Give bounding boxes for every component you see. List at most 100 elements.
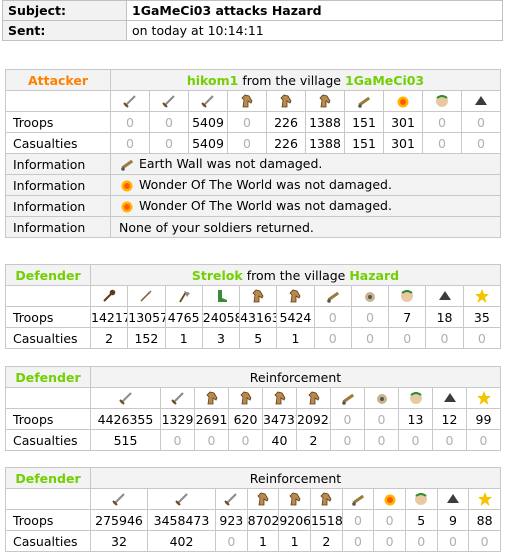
ram-icon <box>325 288 341 304</box>
reinforcement-title: Reinforcement <box>90 366 501 388</box>
info-row: Information Earth Wall was not damaged. <box>5 153 501 175</box>
horse-icon <box>287 288 303 304</box>
settler-icon <box>473 93 489 109</box>
info-label: Information <box>5 174 111 196</box>
unit-count-cell: 0 <box>330 429 365 451</box>
defender-player-link[interactable]: Strelok <box>192 268 243 283</box>
casualties-row: Casualties 515 0 0 0 40 2 0 0 0 0 0 <box>5 429 501 451</box>
unit-count-cell: 0 <box>398 429 433 451</box>
sword-icon <box>170 390 186 406</box>
horse-icon <box>255 491 271 507</box>
unit-count-cell: 40 <box>262 429 297 451</box>
info-text: Wonder Of The World was not damaged. <box>110 174 501 196</box>
unit-count-cell: 5409 <box>188 111 228 133</box>
ram-icon <box>356 93 372 109</box>
unit-count-cell: 8702 <box>246 509 280 531</box>
unit-count-cell: 923 <box>215 509 248 531</box>
fire-icon <box>119 177 135 193</box>
attacker-role: Attacker <box>5 69 111 91</box>
sword-icon <box>223 491 239 507</box>
unit-count-cell: 0 <box>404 530 438 552</box>
sword-icon <box>118 390 134 406</box>
report-header: Subject: 1GaMeCi03 attacks Hazard Sent: … <box>2 0 503 41</box>
hero-icon <box>474 288 490 304</box>
defender-role: Defender <box>5 366 91 388</box>
unit-count-cell: 0 <box>422 111 462 133</box>
unit-count-cell: 15182 <box>309 509 343 531</box>
unit-count-cell: 4426355 <box>90 408 161 430</box>
unit-count-cell: 1 <box>278 530 311 552</box>
troops-label: Troops <box>5 408 91 430</box>
unit-count-cell: 0 <box>341 509 375 531</box>
troops-label: Troops <box>5 111 111 133</box>
unit-count-cell: 0 <box>110 111 150 133</box>
from-text: from the village <box>246 267 346 283</box>
settler-icon <box>445 491 461 507</box>
unit-count-cell: 0 <box>364 408 399 430</box>
unit-count-cell: 32 <box>90 530 148 552</box>
unit-count-cell: 0 <box>373 530 406 552</box>
unit-count-cell: 0 <box>228 429 263 451</box>
spear-icon <box>138 288 154 304</box>
unit-count-cell: 3458473 <box>147 509 216 531</box>
sword-icon <box>174 491 190 507</box>
horse-icon <box>239 93 255 109</box>
axe-icon <box>176 288 192 304</box>
casualties-row: Casualties 32 402 0 1 1 2 0 0 0 0 0 <box>5 530 501 552</box>
catapult-icon <box>374 390 390 406</box>
unit-count-cell: 0 <box>466 429 501 451</box>
unit-count-cell: 402 <box>147 530 216 552</box>
subject-label: Subject: <box>2 0 127 21</box>
unit-count-cell: 0 <box>436 530 470 552</box>
casualties-label: Casualties <box>5 327 91 349</box>
info-text: Wonder Of The World was not damaged. <box>110 195 501 217</box>
horse-icon <box>238 390 254 406</box>
ram-icon <box>340 390 356 406</box>
reinforcement-title: Reinforcement <box>90 467 501 489</box>
unit-count-cell: 0 <box>462 327 502 349</box>
info-label: Information <box>5 216 111 238</box>
unit-icon-row <box>5 488 501 510</box>
unit-icon-row <box>5 90 501 112</box>
hero-icon <box>476 390 492 406</box>
unit-count-cell: 0 <box>364 429 399 451</box>
unit-count-cell: 1 <box>276 327 315 349</box>
horse-icon <box>306 390 322 406</box>
unit-count-cell: 24058 <box>201 306 241 328</box>
troops-label: Troops <box>5 306 91 328</box>
unit-count-cell: 0 <box>149 111 189 133</box>
unit-count-cell: 0 <box>422 132 462 154</box>
unit-count-cell: 3 <box>201 327 241 349</box>
casualties-label: Casualties <box>5 530 91 552</box>
troops-row: Troops 0 0 5409 0 226 1388 151 301 0 0 <box>5 111 501 133</box>
unit-count-cell: 2 <box>89 327 129 349</box>
ram-icon <box>350 491 366 507</box>
unit-count-cell: 0 <box>341 530 375 552</box>
unit-count-cell: 151 <box>344 111 384 133</box>
defender-role: Defender <box>5 467 91 489</box>
unit-count-cell: 20923 <box>296 408 331 430</box>
defender-village-link[interactable]: Hazard <box>349 268 399 283</box>
sword-icon <box>200 93 216 109</box>
unit-count-cell: 0 <box>330 408 365 430</box>
horse-icon <box>278 93 294 109</box>
casualties-row: Casualties 0 0 5409 0 226 1388 151 301 0 0 <box>5 132 501 154</box>
unit-count-cell: 1 <box>164 327 203 349</box>
attacker-village-link[interactable]: 1GaMeCi03 <box>345 73 424 88</box>
sword-icon <box>122 93 138 109</box>
unit-count-cell: 0 <box>149 132 189 154</box>
unit-count-cell: 1329 <box>160 408 195 430</box>
unit-count-cell: 35 <box>462 306 502 328</box>
unit-count-cell: 2 <box>296 429 331 451</box>
unit-count-cell: 43163 <box>239 306 278 328</box>
unit-count-cell: 0 <box>461 111 501 133</box>
unit-count-cell: 0 <box>432 429 467 451</box>
unit-count-cell: 0 <box>350 306 390 328</box>
report-subject: 1GaMeCi03 attacks Hazard <box>126 0 503 21</box>
unit-count-cell: 0 <box>160 429 195 451</box>
troops-label: Troops <box>5 509 91 531</box>
unit-count-cell: 0 <box>373 509 406 531</box>
unit-count-cell: 301 <box>383 132 423 154</box>
info-text: Earth Wall was not damaged. <box>110 153 501 175</box>
attacker-player-link[interactable]: hikom1 <box>187 73 238 88</box>
